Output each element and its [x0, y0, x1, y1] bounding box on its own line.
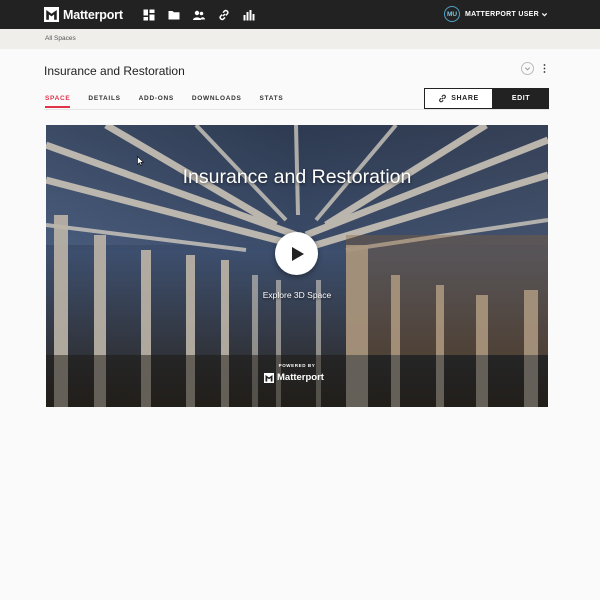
- user-menu[interactable]: MU MATTERPORT USER: [444, 6, 548, 22]
- matterport-logo[interactable]: Matterport: [44, 7, 123, 22]
- viewer-title: Insurance and Restoration: [182, 166, 412, 188]
- mouse-cursor-icon: [137, 156, 144, 166]
- top-nav-bar: Matterport MU MATTERPORT USER: [0, 0, 600, 29]
- viewer-matterport-logo: Matterport: [264, 372, 324, 383]
- tab-downloads[interactable]: DOWNLOADS: [192, 92, 242, 108]
- tab-space[interactable]: SPACE: [45, 92, 71, 108]
- space-viewer[interactable]: Insurance and Restoration Explore 3D Spa…: [46, 125, 548, 407]
- share-button[interactable]: SHARE: [424, 88, 493, 109]
- stats-icon[interactable]: [243, 9, 255, 21]
- tab-stats[interactable]: STATS: [260, 92, 284, 108]
- explore-3d-label: Explore 3D Space: [262, 290, 332, 300]
- powered-by-label: POWERED BY: [278, 363, 316, 368]
- edit-label: EDIT: [511, 95, 531, 102]
- edit-button[interactable]: EDIT: [493, 88, 549, 109]
- tab-details[interactable]: DETAILS: [88, 92, 120, 108]
- breadcrumb-bar: All Spaces: [0, 29, 600, 49]
- user-name: MATTERPORT USER: [465, 10, 539, 18]
- more-options-icon[interactable]: [540, 63, 548, 74]
- chevron-down-icon: [541, 12, 548, 17]
- link-icon[interactable]: [218, 9, 230, 21]
- breadcrumb-all-spaces[interactable]: All Spaces: [45, 35, 76, 42]
- avatar: MU: [444, 6, 461, 22]
- play-button[interactable]: [275, 232, 318, 275]
- matterport-logo-icon: [44, 7, 59, 22]
- tab-add-ons[interactable]: ADD-ONS: [139, 92, 174, 108]
- link-icon: [439, 94, 447, 103]
- brand-name: Matterport: [63, 7, 123, 22]
- viewer-brand-name: Matterport: [277, 372, 324, 383]
- nav-icon-group: [143, 9, 255, 21]
- users-icon[interactable]: [192, 9, 205, 21]
- folder-icon[interactable]: [168, 9, 180, 21]
- dashboard-icon[interactable]: [143, 9, 155, 21]
- matterport-logo-icon: [264, 372, 274, 383]
- play-icon: [292, 246, 304, 261]
- share-label: SHARE: [451, 95, 479, 102]
- info-icon[interactable]: [521, 62, 534, 75]
- space-tabs: SPACE DETAILS ADD-ONS DOWNLOADS STATS: [45, 92, 301, 108]
- page-title: Insurance and Restoration: [44, 64, 185, 78]
- tabs-divider: [44, 109, 549, 110]
